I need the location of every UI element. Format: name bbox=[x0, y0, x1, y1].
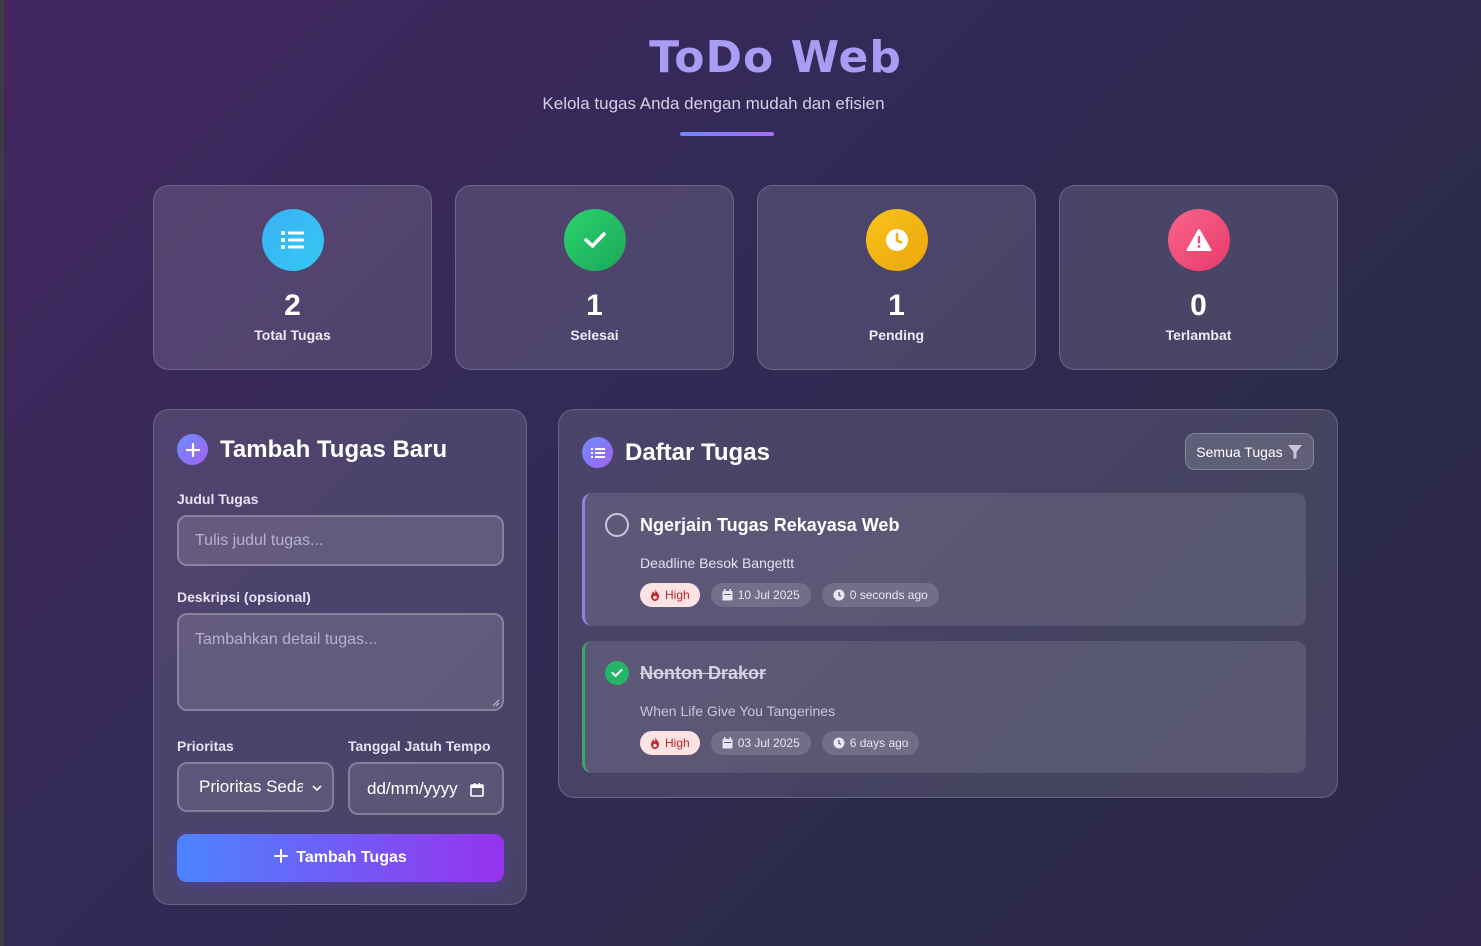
stat-card-pending: 1 Pending bbox=[757, 185, 1036, 370]
stat-total-value: 2 bbox=[284, 289, 301, 322]
filter-dropdown[interactable]: Semua Tugas bbox=[1185, 433, 1314, 470]
filter-label: Semua Tugas bbox=[1196, 443, 1283, 460]
stat-pending-value: 1 bbox=[888, 289, 905, 322]
task-description-label: Deskripsi (opsional) bbox=[177, 589, 311, 605]
task-title-label: Judul Tugas bbox=[177, 491, 259, 507]
task-description-input[interactable]: Tambahkan detail tugas... bbox=[177, 613, 504, 711]
created-time-badge: 0 seconds ago bbox=[821, 583, 939, 607]
stat-card-done: 1 Selesai bbox=[455, 185, 734, 370]
priority-text: High bbox=[665, 736, 690, 750]
clock-icon bbox=[865, 209, 928, 271]
app-subtitle: Kelola tugas Anda dengan mudah dan efisi… bbox=[542, 94, 885, 113]
stat-pending-label: Pending bbox=[868, 327, 925, 343]
stat-card-total: 2 Total Tugas bbox=[153, 185, 432, 370]
task-list-header: Daftar Tugas bbox=[582, 437, 770, 468]
due-date-text: 10 Jul 2025 bbox=[737, 588, 800, 602]
add-task-title: Tambah Tugas Baru bbox=[220, 435, 448, 463]
calendar-icon bbox=[722, 589, 733, 601]
resize-handle-icon[interactable] bbox=[492, 699, 500, 707]
plus-icon bbox=[274, 849, 289, 863]
priority-select[interactable]: Prioritas Sedan bbox=[177, 762, 334, 812]
task-badges: High 03 Jul 2025 6 days ago bbox=[640, 731, 920, 755]
task-title: Ngerjain Tugas Rekayasa Web bbox=[640, 515, 900, 535]
chevron-down-icon bbox=[312, 785, 322, 792]
fire-icon bbox=[651, 737, 659, 749]
add-task-panel: Tambah Tugas Baru Judul Tugas Tulis judu… bbox=[153, 409, 527, 905]
task-item[interactable]: Nonton Drakor When Life Give You Tangeri… bbox=[582, 641, 1306, 773]
list-icon bbox=[582, 437, 613, 468]
due-date-value: dd/mm/yyyy bbox=[367, 778, 458, 798]
clock-icon bbox=[833, 589, 845, 601]
app-title: ToDo Web bbox=[649, 32, 902, 83]
task-checkbox[interactable] bbox=[605, 513, 629, 537]
fire-icon bbox=[651, 589, 659, 601]
task-description: Deadline Besok Bangettt bbox=[640, 555, 795, 571]
priority-badge: High bbox=[640, 583, 700, 607]
created-time-badge: 6 days ago bbox=[821, 731, 920, 755]
check-icon bbox=[611, 669, 623, 677]
priority-badge: High bbox=[640, 731, 700, 755]
add-task-button-label: Tambah Tugas bbox=[296, 849, 407, 866]
task-list-panel: Daftar Tugas Semua Tugas Ngerjain Tugas … bbox=[558, 409, 1338, 798]
task-list-title: Daftar Tugas bbox=[625, 438, 770, 466]
task-item[interactable]: Ngerjain Tugas Rekayasa Web Deadline Bes… bbox=[582, 493, 1306, 626]
stat-overdue-value: 0 bbox=[1190, 289, 1207, 322]
due-date-label: Tanggal Jatuh Tempo bbox=[348, 738, 491, 754]
due-date-text: 03 Jul 2025 bbox=[737, 736, 800, 750]
stat-done-label: Selesai bbox=[570, 327, 619, 343]
priority-text: High bbox=[665, 588, 690, 602]
stat-overdue-label: Terlambat bbox=[1165, 327, 1232, 343]
task-checkbox-checked[interactable] bbox=[605, 661, 629, 685]
priority-label: Prioritas bbox=[177, 738, 234, 754]
stat-done-value: 1 bbox=[586, 289, 603, 322]
check-icon bbox=[563, 209, 626, 271]
priority-select-value: Prioritas Sedan bbox=[199, 777, 303, 796]
warning-icon bbox=[1167, 209, 1230, 271]
task-badges: High 10 Jul 2025 0 seconds ago bbox=[640, 583, 939, 607]
plus-icon bbox=[177, 434, 208, 465]
clock-icon bbox=[833, 737, 845, 749]
calendar-icon bbox=[722, 737, 733, 749]
calendar-picker-icon[interactable] bbox=[470, 783, 484, 797]
filter-icon bbox=[1287, 444, 1302, 459]
stat-total-label: Total Tugas bbox=[254, 327, 331, 343]
due-date-badge: 03 Jul 2025 bbox=[710, 731, 811, 755]
page-header: ToDo Web Kelola tugas Anda dengan mudah … bbox=[4, 30, 1481, 136]
list-icon bbox=[261, 209, 324, 271]
header-divider bbox=[679, 132, 774, 136]
task-title-placeholder: Tulis judul tugas... bbox=[195, 531, 324, 549]
add-task-button[interactable]: Tambah Tugas bbox=[177, 834, 504, 882]
due-date-badge: 10 Jul 2025 bbox=[710, 583, 811, 607]
stat-card-overdue: 0 Terlambat bbox=[1059, 185, 1338, 370]
task-title: Nonton Drakor bbox=[640, 663, 766, 683]
created-time-text: 0 seconds ago bbox=[849, 588, 928, 602]
due-date-input[interactable]: dd/mm/yyyy bbox=[348, 762, 504, 815]
task-title-input[interactable]: Tulis judul tugas... bbox=[177, 515, 504, 566]
add-task-header: Tambah Tugas Baru bbox=[177, 434, 447, 465]
task-description-placeholder: Tambahkan detail tugas... bbox=[195, 631, 378, 648]
created-time-text: 6 days ago bbox=[849, 736, 909, 750]
task-description: When Life Give You Tangerines bbox=[640, 703, 836, 719]
